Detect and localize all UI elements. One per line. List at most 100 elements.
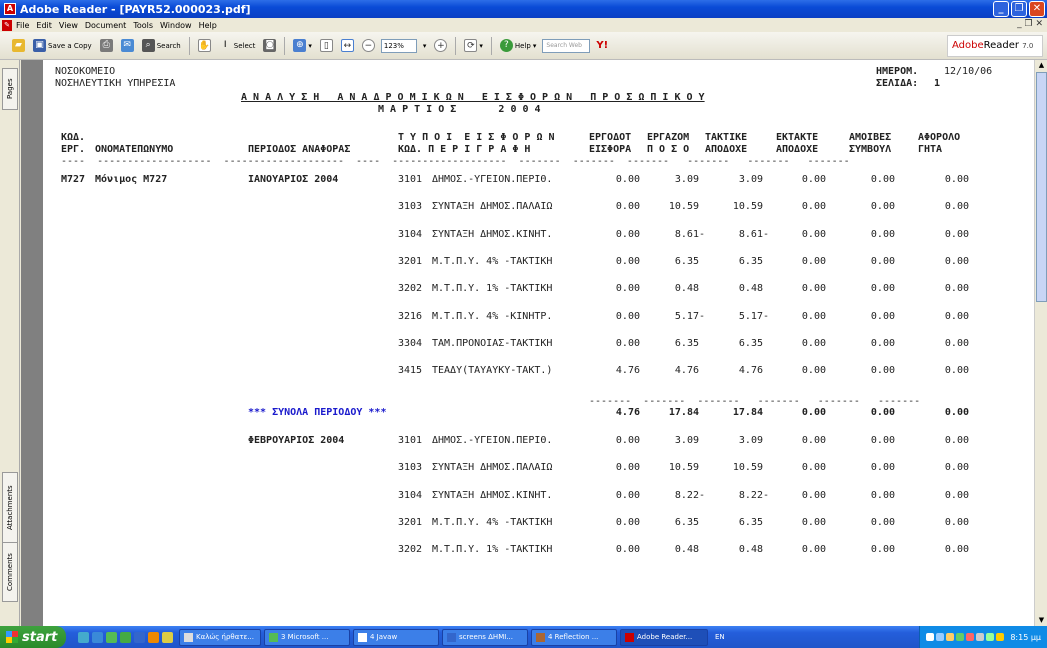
zoom-out-button[interactable]: − — [360, 37, 377, 55]
zoom-tool-button[interactable]: ⊕ ▾ — [291, 37, 314, 55]
taskbar-item-reflection[interactable]: 4 Reflection ... — [531, 628, 617, 646]
select-tool-button[interactable]: I Select — [217, 37, 258, 55]
menu-window[interactable]: Window — [160, 21, 192, 30]
row-value-amoib: 0.00 — [870, 337, 895, 349]
tray-icon[interactable] — [956, 633, 965, 641]
taskbar: start Καλώς ήρθατε... 3 Microsoft ... 4 … — [0, 626, 1047, 648]
row-description: ΔΗΜΟΣ.-ΥΓΕΙΟΝ.ΠΕΡΙΘ. — [432, 435, 553, 446]
fit-page-button[interactable]: ↔ — [339, 37, 356, 55]
word-icon — [447, 632, 456, 642]
excel-icon[interactable] — [106, 631, 117, 643]
language-indicator[interactable]: EN — [715, 633, 725, 641]
comments-tab[interactable]: Comments — [2, 542, 18, 602]
minus-circle-icon: − — [361, 39, 375, 52]
taskbar-item-screens[interactable]: screens ΔΗΜΙ... — [442, 628, 528, 646]
snapshot-button[interactable]: ◙ — [261, 37, 278, 55]
tray-icon[interactable] — [986, 633, 995, 641]
tray-icon[interactable] — [946, 633, 955, 641]
search-web-input[interactable]: Search Web — [542, 38, 591, 53]
rotate-button[interactable]: ⟳ ▾ — [462, 37, 485, 55]
help-icon: ? — [499, 39, 513, 52]
zoom-dropdown-button[interactable]: ▾ — [421, 37, 429, 55]
taskbar-item-adobe-reader[interactable]: Adobe Reader... — [620, 628, 708, 646]
actual-size-button[interactable]: ▯ — [318, 37, 335, 55]
help-button[interactable]: ? Help ▾ — [498, 37, 538, 55]
scroll-down-arrow-icon[interactable]: ▼ — [1036, 615, 1047, 626]
menu-edit[interactable]: Edit — [36, 21, 52, 30]
adobe-icon — [625, 632, 634, 642]
row-value-poso: 5.17- — [674, 310, 705, 322]
row-value-ekt: 0.00 — [801, 337, 826, 349]
email-button[interactable]: ✉ — [119, 37, 136, 55]
yahoo-button[interactable]: Y! — [594, 37, 610, 55]
tray-icon[interactable] — [926, 633, 935, 641]
show-desktop-icon[interactable] — [78, 631, 89, 643]
tray-icon[interactable] — [966, 633, 975, 641]
document-view[interactable]: ΝΟΣΟΚΟΜΕΙΟ ΝΟΣΗΛΕΥΤΙΚΗ ΥΠΗΡΕΣΙΑ ΗΜΕΡΟΜ. 12/… — [21, 60, 1034, 626]
menu-view[interactable]: View — [59, 21, 78, 30]
taskbar-item-microsoft[interactable]: 3 Microsoft ... — [264, 628, 350, 646]
start-button[interactable]: start — [0, 626, 66, 648]
vertical-scrollbar[interactable]: ▲ ▼ — [1034, 60, 1047, 626]
zoom-in-icon: ⊕ — [293, 39, 307, 52]
column-header: Τ Υ Π Ο Ι Ε Ι Σ Φ Ο Ρ Ω Ν — [398, 132, 555, 143]
clock[interactable]: 8:15 μμ — [1010, 633, 1041, 642]
scrollbar-thumb[interactable] — [1036, 72, 1047, 302]
open-button[interactable]: ▰ — [10, 37, 27, 55]
window-title-bar[interactable]: A Adobe Reader - [PAYR52.000023.pdf] _ ❐… — [0, 0, 1047, 18]
word-icon[interactable] — [134, 631, 145, 643]
row-value-ekt: 0.00 — [801, 283, 826, 295]
period-label: ΦΕΒΡΟΥΑΡΙΟΣ 2004 — [248, 435, 345, 446]
menu-file[interactable]: File — [16, 21, 29, 30]
menu-bar: ✎ File Edit View Document Tools Window H… — [0, 18, 1047, 32]
navigation-panel: Pages Attachments Comments — [0, 60, 20, 626]
select-label: Select — [233, 41, 256, 50]
menu-tools[interactable]: Tools — [133, 21, 153, 30]
scroll-up-arrow-icon[interactable]: ▲ — [1036, 60, 1047, 71]
pages-tab[interactable]: Pages — [2, 68, 18, 110]
row-value-poso: 0.48 — [674, 283, 699, 295]
total-value-ekt: 0.00 — [801, 407, 826, 418]
folder-icon[interactable] — [162, 631, 173, 643]
close-button[interactable]: ✕ — [1029, 1, 1045, 17]
zoom-in-button[interactable]: + — [432, 37, 449, 55]
menu-document[interactable]: Document — [85, 21, 126, 30]
attachments-tab[interactable]: Attachments — [2, 472, 18, 544]
taskbar-item-javaw[interactable]: 4 Javaw — [353, 628, 439, 646]
save-copy-button[interactable]: ▣ Save a Copy — [31, 37, 94, 55]
hand-tool-button[interactable]: ✋ — [196, 37, 213, 55]
row-value-takt: 6.35 — [738, 516, 763, 528]
row-value-ekt: 0.00 — [801, 174, 826, 185]
column-header: ΑΠΟΔΟΧΕ — [705, 144, 748, 155]
menu-help[interactable]: Help — [199, 21, 217, 30]
tray-icon[interactable] — [996, 633, 1005, 641]
row-code: 3101 — [398, 174, 423, 185]
row-code: 3201 — [398, 255, 423, 267]
window-title: Adobe Reader - [PAYR52.000023.pdf] — [20, 2, 251, 16]
row-value-takt: 4.76 — [738, 365, 763, 377]
taskbar-item-welcome[interactable]: Καλώς ήρθατε... — [179, 628, 261, 646]
document-icon[interactable]: ✎ — [2, 19, 12, 31]
minimize-button[interactable]: _ — [993, 1, 1009, 17]
row-value-takt: 6.35 — [738, 337, 763, 349]
row-value-ekt: 0.00 — [801, 365, 826, 377]
zoom-level-input[interactable]: 123% — [380, 38, 417, 53]
search-button[interactable]: ⌕ Search — [140, 37, 183, 55]
volume-icon[interactable] — [976, 633, 985, 641]
row-value-ekt: 0.00 — [801, 228, 826, 240]
internet-explorer-icon[interactable] — [92, 631, 103, 643]
document-window-controls[interactable]: _ ❐ ✕ — [1017, 19, 1043, 29]
row-value-erg: 0.00 — [615, 516, 640, 528]
row-code: 3104 — [398, 228, 423, 240]
row-value-afor: 0.00 — [944, 337, 969, 349]
network-icon[interactable] — [936, 633, 945, 641]
media-icon[interactable] — [148, 631, 159, 643]
column-header: Π Ο Σ Ο — [647, 144, 690, 155]
print-button[interactable]: ⎙ — [98, 37, 115, 55]
brand-version: 7.0 — [1022, 42, 1034, 50]
column-header: ΑΠΟΔΟΧΕ — [776, 144, 819, 155]
row-value-takt: 8.61- — [738, 228, 769, 240]
row-value-poso: 6.35 — [674, 255, 699, 267]
app-icon[interactable] — [120, 631, 131, 643]
maximize-button[interactable]: ❐ — [1011, 1, 1027, 17]
